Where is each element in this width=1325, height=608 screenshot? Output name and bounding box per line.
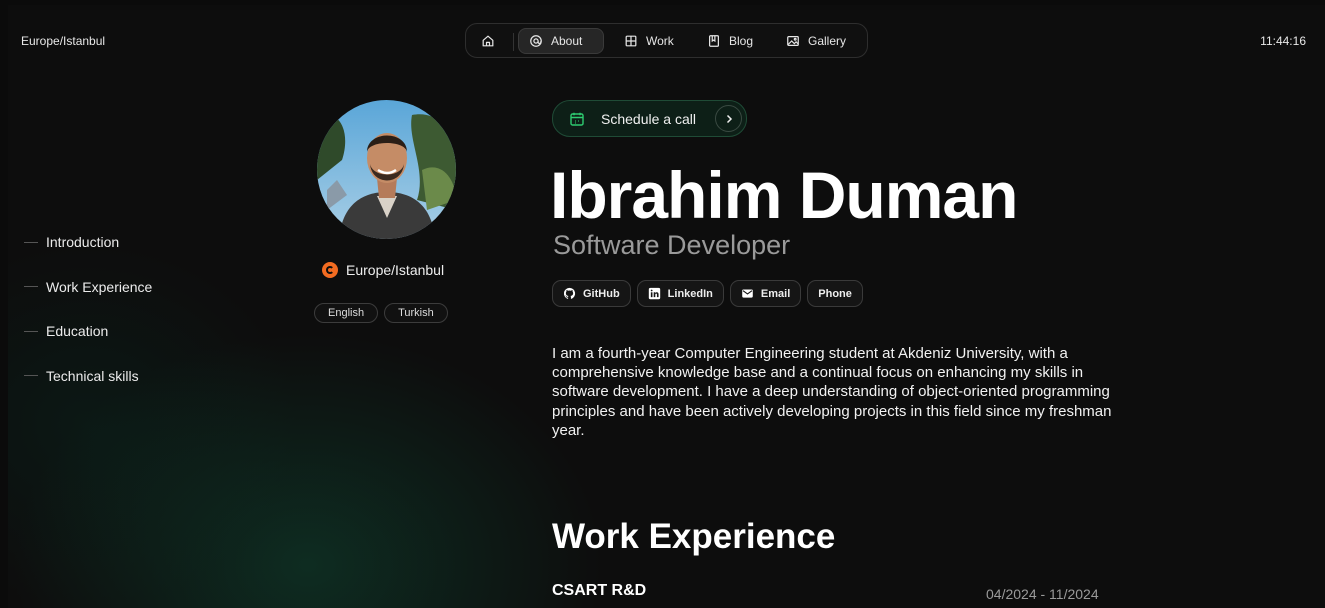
github-label: GitHub xyxy=(583,287,620,300)
nav-work-tab[interactable]: Work xyxy=(616,28,682,54)
book-icon xyxy=(709,35,719,47)
header-timezone: Europe/Istanbul xyxy=(21,34,106,48)
nav-about-tab[interactable]: About xyxy=(518,28,604,54)
profile-location: Europe/Istanbul xyxy=(322,262,444,278)
nav-gallery-label: Gallery xyxy=(808,34,847,48)
toc-dash xyxy=(24,375,38,376)
toc-item-technical-skills[interactable]: Technical skills xyxy=(24,367,152,385)
language-tag-turkish: Turkish xyxy=(384,303,448,323)
globe-icon xyxy=(322,262,338,278)
github-icon xyxy=(563,287,576,299)
profile-role: Software Developer xyxy=(553,230,791,260)
toc-dash xyxy=(24,286,38,287)
nav-home-button[interactable] xyxy=(475,28,501,54)
nav-work-label: Work xyxy=(646,34,674,48)
at-circle-icon xyxy=(530,35,542,47)
toc-item-education[interactable]: Education xyxy=(24,322,152,340)
work-experience-heading: Work Experience xyxy=(552,517,836,556)
social-links: GitHub LinkedIn Email Phone xyxy=(552,280,863,307)
github-button[interactable]: GitHub xyxy=(552,280,631,307)
nav-gallery-tab[interactable]: Gallery xyxy=(778,28,854,54)
work-entry-dates: 04/2024 - 11/2024 xyxy=(986,586,1099,602)
work-entry-company: CSART R&D xyxy=(552,582,647,599)
language-tag-english: English xyxy=(314,303,379,323)
header-clock: 11:44:16 xyxy=(1260,34,1306,48)
linkedin-icon xyxy=(648,287,660,300)
profile-name: Ibrahim Duman xyxy=(550,158,1018,232)
email-button[interactable]: Email xyxy=(729,280,802,307)
phone-button[interactable]: Phone xyxy=(807,280,863,307)
nav-divider xyxy=(513,33,514,51)
toc-dash xyxy=(24,241,38,243)
schedule-call-button[interactable]: Schedule a call xyxy=(552,100,747,137)
toc-dash xyxy=(24,330,38,332)
profile-avatar xyxy=(317,100,456,239)
nav-blog-tab[interactable]: Blog xyxy=(699,28,761,54)
nav-blog-label: Blog xyxy=(729,34,754,48)
toc-item-introduction[interactable]: Introduction xyxy=(24,233,152,251)
table-of-contents: Introduction Work Experience Education T… xyxy=(24,233,152,411)
phone-label: Phone xyxy=(818,287,852,300)
toc-label: Technical skills xyxy=(46,367,139,384)
toc-label: Work Experience xyxy=(46,278,153,295)
grid-icon xyxy=(625,35,637,47)
language-tags: English Turkish xyxy=(314,303,448,323)
toc-item-work-experience[interactable]: Work Experience xyxy=(24,278,152,296)
linkedin-button[interactable]: LinkedIn xyxy=(636,280,724,307)
home-icon xyxy=(482,35,494,47)
email-label: Email xyxy=(760,287,791,300)
nav-about-label: About xyxy=(551,34,583,48)
linkedin-label: LinkedIn xyxy=(667,287,713,300)
profile-bio: I am a fourth-year Computer Engineering … xyxy=(552,345,1112,439)
calendar-icon xyxy=(570,112,584,126)
toc-label: Introduction xyxy=(46,234,120,250)
profile-location-label: Europe/Istanbul xyxy=(346,262,445,278)
schedule-call-label: Schedule a call xyxy=(601,110,696,127)
toc-label: Education xyxy=(46,323,109,339)
mail-icon xyxy=(742,289,753,298)
chevron-right-icon xyxy=(715,105,742,132)
image-icon xyxy=(787,36,799,46)
top-nav: About Work Blog Gallery xyxy=(465,23,868,58)
